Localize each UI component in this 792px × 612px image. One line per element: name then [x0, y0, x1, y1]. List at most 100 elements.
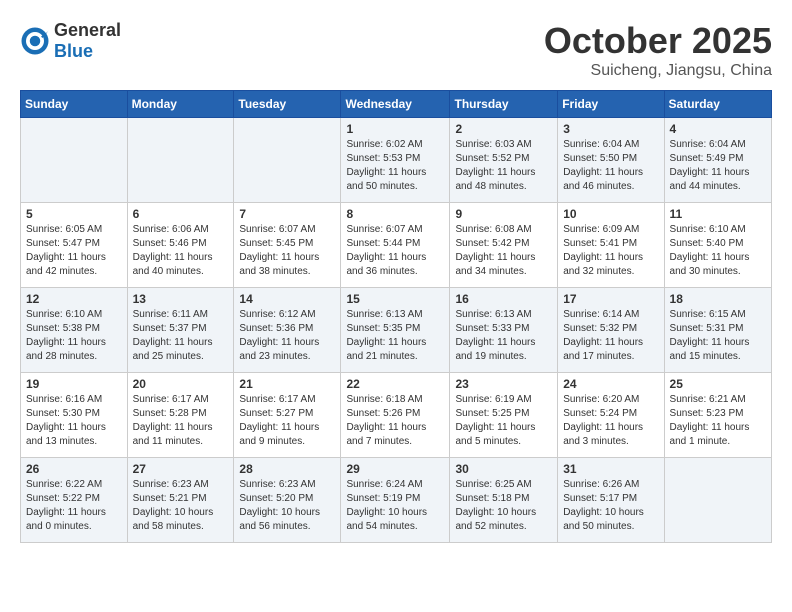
day-info: Sunrise: 6:21 AM Sunset: 5:23 PM Dayligh…: [670, 393, 766, 449]
day-info: Sunrise: 6:04 AM Sunset: 5:49 PM Dayligh…: [670, 138, 766, 194]
day-number: 26: [26, 462, 122, 476]
day-info: Sunrise: 6:14 AM Sunset: 5:32 PM Dayligh…: [563, 308, 658, 364]
day-info: Sunrise: 6:15 AM Sunset: 5:31 PM Dayligh…: [670, 308, 766, 364]
calendar-cell: 10 Sunrise: 6:09 AM Sunset: 5:41 PM Dayli…: [558, 203, 664, 288]
calendar-cell: 13Sunrise: 6:11 AM Sunset: 5:37 PM Dayli…: [127, 288, 234, 373]
day-number: 14: [239, 292, 335, 306]
day-info: Sunrise: 6:08 AM Sunset: 5:42 PM Dayligh…: [455, 223, 552, 279]
day-info: Sunrise: 6:25 AM Sunset: 5:18 PM Dayligh…: [455, 478, 552, 534]
day-number: 1: [346, 122, 444, 136]
day-info: Sunrise: 6:12 AM Sunset: 5:36 PM Dayligh…: [239, 308, 335, 364]
weekday-header-wednesday: Wednesday: [341, 91, 450, 118]
calendar-cell: 12 Sunrise: 6:10 AM Sunset: 5:38 PM Dayli…: [21, 288, 128, 373]
page-header: General Blue October 2025 Suicheng, Jian…: [20, 20, 772, 80]
calendar-cell: 27Sunrise: 6:23 AM Sunset: 5:21 PM Dayli…: [127, 458, 234, 543]
weekday-header-friday: Friday: [558, 91, 664, 118]
day-number: 4: [670, 122, 766, 136]
calendar-cell: 18 Sunrise: 6:15 AM Sunset: 5:31 PM Dayli…: [664, 288, 771, 373]
title-block: October 2025 Suicheng, Jiangsu, China: [544, 20, 772, 80]
calendar-cell: 26 Sunrise: 6:22 AM Sunset: 5:22 PM Dayli…: [21, 458, 128, 543]
day-number: 21: [239, 377, 335, 391]
day-number: 19: [26, 377, 122, 391]
day-info: Sunrise: 6:10 AM Sunset: 5:38 PM Dayligh…: [26, 308, 122, 364]
weekday-header-thursday: Thursday: [450, 91, 558, 118]
weekday-header-sunday: Sunday: [21, 91, 128, 118]
day-number: 27: [133, 462, 229, 476]
day-number: 2: [455, 122, 552, 136]
calendar-cell: [21, 118, 128, 203]
calendar-table: SundayMondayTuesdayWednesdayThursdayFrid…: [20, 90, 772, 543]
logo-icon: [20, 26, 50, 56]
weekday-header-monday: Monday: [127, 91, 234, 118]
day-number: 16: [455, 292, 552, 306]
calendar-cell: 28 Sunrise: 6:23 AM Sunset: 5:20 PM Dayli…: [234, 458, 341, 543]
day-number: 28: [239, 462, 335, 476]
day-info: Sunrise: 6:04 AM Sunset: 5:50 PM Dayligh…: [563, 138, 658, 194]
day-info: Sunrise: 6:02 AM Sunset: 5:53 PM Dayligh…: [346, 138, 444, 194]
logo-text: General Blue: [54, 20, 121, 62]
calendar-cell: 30 Sunrise: 6:25 AM Sunset: 5:18 PM Dayli…: [450, 458, 558, 543]
day-info: Sunrise: 6:06 AM Sunset: 5:46 PM Dayligh…: [133, 223, 229, 279]
day-number: 15: [346, 292, 444, 306]
calendar-cell: 5 Sunrise: 6:05 AM Sunset: 5:47 PM Daylig…: [21, 203, 128, 288]
calendar-cell: 14 Sunrise: 6:12 AM Sunset: 5:36 PM Dayli…: [234, 288, 341, 373]
day-number: 7: [239, 207, 335, 221]
day-number: 25: [670, 377, 766, 391]
day-number: 8: [346, 207, 444, 221]
day-info: Sunrise: 6:07 AM Sunset: 5:45 PM Dayligh…: [239, 223, 335, 279]
calendar-cell: 16 Sunrise: 6:13 AM Sunset: 5:33 PM Dayli…: [450, 288, 558, 373]
day-info: Sunrise: 6:18 AM Sunset: 5:26 PM Dayligh…: [346, 393, 444, 449]
day-info: Sunrise: 6:16 AM Sunset: 5:30 PM Dayligh…: [26, 393, 122, 449]
calendar-week-row: 19 Sunrise: 6:16 AM Sunset: 5:30 PM Dayli…: [21, 373, 772, 458]
calendar-header-row: SundayMondayTuesdayWednesdayThursdayFrid…: [21, 91, 772, 118]
day-info: Sunrise: 6:09 AM Sunset: 5:41 PM Dayligh…: [563, 223, 658, 279]
day-number: 22: [346, 377, 444, 391]
calendar-cell: 6Sunrise: 6:06 AM Sunset: 5:46 PM Daylig…: [127, 203, 234, 288]
day-number: 17: [563, 292, 658, 306]
day-number: 24: [563, 377, 658, 391]
day-number: 13: [133, 292, 229, 306]
day-number: 12: [26, 292, 122, 306]
calendar-week-row: 5 Sunrise: 6:05 AM Sunset: 5:47 PM Daylig…: [21, 203, 772, 288]
calendar-cell: [127, 118, 234, 203]
day-info: Sunrise: 6:13 AM Sunset: 5:35 PM Dayligh…: [346, 308, 444, 364]
day-number: 20: [133, 377, 229, 391]
day-number: 31: [563, 462, 658, 476]
day-info: Sunrise: 6:17 AM Sunset: 5:27 PM Dayligh…: [239, 393, 335, 449]
day-info: Sunrise: 6:07 AM Sunset: 5:44 PM Dayligh…: [346, 223, 444, 279]
day-info: Sunrise: 6:23 AM Sunset: 5:20 PM Dayligh…: [239, 478, 335, 534]
weekday-header-tuesday: Tuesday: [234, 91, 341, 118]
calendar-cell: 7 Sunrise: 6:07 AM Sunset: 5:45 PM Daylig…: [234, 203, 341, 288]
calendar-week-row: 26 Sunrise: 6:22 AM Sunset: 5:22 PM Dayli…: [21, 458, 772, 543]
day-number: 9: [455, 207, 552, 221]
calendar-cell: [234, 118, 341, 203]
day-info: Sunrise: 6:10 AM Sunset: 5:40 PM Dayligh…: [670, 223, 766, 279]
calendar-cell: 8 Sunrise: 6:07 AM Sunset: 5:44 PM Daylig…: [341, 203, 450, 288]
day-info: Sunrise: 6:13 AM Sunset: 5:33 PM Dayligh…: [455, 308, 552, 364]
day-number: 18: [670, 292, 766, 306]
calendar-cell: 3 Sunrise: 6:04 AM Sunset: 5:50 PM Daylig…: [558, 118, 664, 203]
day-number: 5: [26, 207, 122, 221]
day-info: Sunrise: 6:19 AM Sunset: 5:25 PM Dayligh…: [455, 393, 552, 449]
calendar-cell: 20 Sunrise: 6:17 AM Sunset: 5:28 PM Dayli…: [127, 373, 234, 458]
calendar-cell: 31 Sunrise: 6:26 AM Sunset: 5:17 PM Dayli…: [558, 458, 664, 543]
location-subtitle: Suicheng, Jiangsu, China: [544, 62, 772, 80]
day-info: Sunrise: 6:17 AM Sunset: 5:28 PM Dayligh…: [133, 393, 229, 449]
day-info: Sunrise: 6:22 AM Sunset: 5:22 PM Dayligh…: [26, 478, 122, 534]
weekday-header-saturday: Saturday: [664, 91, 771, 118]
day-number: 3: [563, 122, 658, 136]
day-info: Sunrise: 6:26 AM Sunset: 5:17 PM Dayligh…: [563, 478, 658, 534]
calendar-cell: 2 Sunrise: 6:03 AM Sunset: 5:52 PM Daylig…: [450, 118, 558, 203]
calendar-cell: 22 Sunrise: 6:18 AM Sunset: 5:26 PM Dayli…: [341, 373, 450, 458]
day-number: 10: [563, 207, 658, 221]
day-info: Sunrise: 6:03 AM Sunset: 5:52 PM Dayligh…: [455, 138, 552, 194]
day-number: 30: [455, 462, 552, 476]
day-number: 29: [346, 462, 444, 476]
calendar-cell: 15 Sunrise: 6:13 AM Sunset: 5:35 PM Dayli…: [341, 288, 450, 373]
calendar-cell: 29Sunrise: 6:24 AM Sunset: 5:19 PM Dayli…: [341, 458, 450, 543]
calendar-week-row: 1 Sunrise: 6:02 AM Sunset: 5:53 PM Daylig…: [21, 118, 772, 203]
day-info: Sunrise: 6:05 AM Sunset: 5:47 PM Dayligh…: [26, 223, 122, 279]
calendar-cell: 19 Sunrise: 6:16 AM Sunset: 5:30 PM Dayli…: [21, 373, 128, 458]
calendar-cell: 23Sunrise: 6:19 AM Sunset: 5:25 PM Dayli…: [450, 373, 558, 458]
calendar-cell: 25 Sunrise: 6:21 AM Sunset: 5:23 PM Dayli…: [664, 373, 771, 458]
